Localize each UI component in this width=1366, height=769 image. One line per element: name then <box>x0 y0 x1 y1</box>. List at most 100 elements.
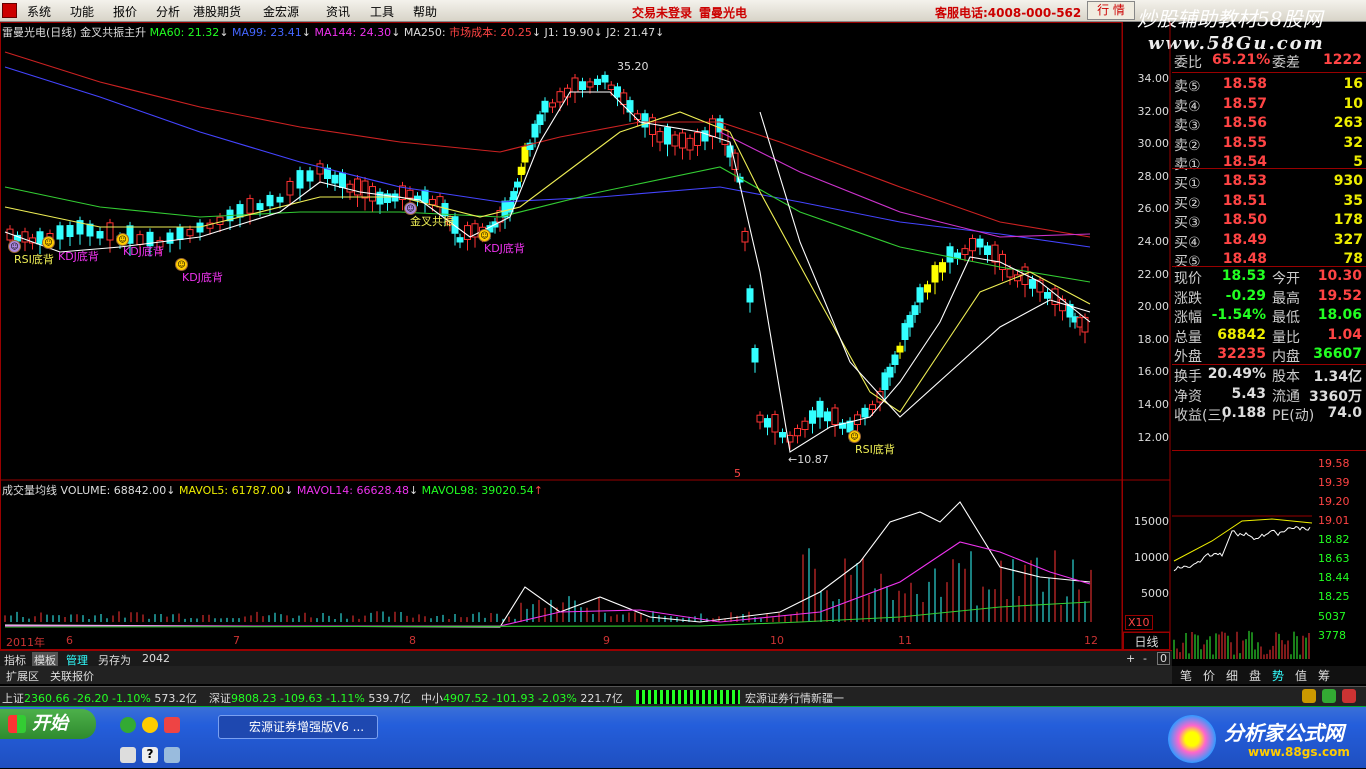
smile-icon[interactable]: ☺ <box>175 258 188 271</box>
ma-item: MA60: 21.32 <box>149 26 220 39</box>
start-button[interactable]: 开始 <box>0 709 96 739</box>
ask-row[interactable]: 卖③ 18.56 263 <box>1172 113 1366 134</box>
tab-extension[interactable]: 扩展区 <box>4 668 41 684</box>
menu-hk-futures[interactable]: 港股期货 <box>193 3 241 20</box>
stat-row: 现价 18.53 今开 10.30 <box>1174 268 1362 287</box>
volume-ma-item: VOLUME: 68842.00 <box>60 484 167 497</box>
candle-body <box>931 265 939 283</box>
candle-body <box>764 418 771 428</box>
volume-axis-label: 10000 <box>1134 551 1169 564</box>
smile-icon[interactable]: ☺ <box>8 240 21 253</box>
menu-jinhongyuan[interactable]: 金宏源 <box>263 3 299 20</box>
right-tab[interactable]: 价 <box>1203 667 1215 684</box>
candle-body <box>316 163 324 175</box>
stat-row: 总量 68842 量比 1.04 <box>1174 326 1362 346</box>
candle-body <box>514 181 521 188</box>
keyboard-icon[interactable] <box>120 747 136 763</box>
smile-icon[interactable]: ☺ <box>478 229 491 242</box>
zoom-in-button[interactable]: + <box>1124 652 1137 665</box>
tab-2042[interactable]: 2042 <box>140 652 172 665</box>
candle-body <box>556 91 564 103</box>
smile-icon[interactable]: ☺ <box>404 202 417 215</box>
candle-body <box>361 180 369 199</box>
volume-ma-line <box>5 541 1091 627</box>
network-tray-icon[interactable] <box>164 747 180 763</box>
kline-chart[interactable] <box>0 22 1172 650</box>
candle-body <box>1006 268 1014 278</box>
smile-icon[interactable]: ☺ <box>42 236 55 249</box>
trade-login-notice[interactable]: 交易未登录 <box>632 4 692 21</box>
ma-item: J2: 21.47 <box>606 26 656 39</box>
candle-body <box>510 191 518 201</box>
menu-info[interactable]: 资讯 <box>326 3 350 20</box>
smile-icon[interactable]: ☺ <box>116 233 129 246</box>
bid-row[interactable]: 买④ 18.49 327 <box>1172 230 1366 251</box>
commission-diff: 1222 <box>1323 52 1362 68</box>
right-tab[interactable]: 势 <box>1272 667 1284 684</box>
bid-row[interactable]: 买① 18.53 930 <box>1172 171 1366 192</box>
zoom-out-button[interactable]: - <box>1141 652 1149 665</box>
candle-body <box>679 132 686 149</box>
right-tab[interactable]: 笔 <box>1180 667 1192 684</box>
ma-line <box>4 111 1091 413</box>
period-selector[interactable]: 日线 <box>1123 632 1170 650</box>
news-ticker[interactable]: 宏源证券行情新疆一 <box>745 690 844 706</box>
rsi-divergence-label: RSI底背 <box>855 443 895 456</box>
menu-help[interactable]: 帮助 <box>413 3 437 20</box>
info-icon[interactable] <box>1342 689 1356 703</box>
candle-body <box>746 288 754 303</box>
menu-function[interactable]: 功能 <box>70 3 94 20</box>
menu-system[interactable]: 系统 <box>27 3 51 20</box>
price-axis-label: 18.00 <box>1137 332 1170 346</box>
candle-body <box>886 366 894 378</box>
tab-related-quote[interactable]: 关联报价 <box>48 668 96 684</box>
smile-icon[interactable]: ☺ <box>848 430 861 443</box>
bid-row[interactable]: 买③ 18.50 178 <box>1172 210 1366 231</box>
right-tab[interactable]: 盘 <box>1249 667 1261 684</box>
volume-ma-item: MAVOL98: 39020.54 <box>421 484 534 497</box>
date-label: 12 <box>1084 634 1098 647</box>
ask-row[interactable]: 卖④ 18.57 10 <box>1172 94 1366 115</box>
ask-row[interactable]: 卖① 18.54 5 <box>1172 152 1366 173</box>
right-tab[interactable]: 值 <box>1295 667 1307 684</box>
intraday-axis-label: 18.63 <box>1318 552 1350 565</box>
candle-body <box>531 123 539 138</box>
price-axis-label: 16.00 <box>1137 365 1170 379</box>
menu-tools[interactable]: 工具 <box>370 3 394 20</box>
intraday-axis-label: 5037 <box>1318 610 1346 623</box>
ask-row[interactable]: 卖② 18.55 32 <box>1172 133 1366 154</box>
fund-row: 收益(三) 0.188 PE(动) 74.0 <box>1174 405 1362 424</box>
stock-name-notice: 雷曼光电 <box>699 6 748 20</box>
extension-row: 扩展区 关联报价 <box>0 666 1172 684</box>
ma-item: MA250: <box>403 26 446 39</box>
taskbar-app-button[interactable]: 宏源证券增强版V6 ... <box>218 715 378 739</box>
bid-row[interactable]: 买② 18.51 35 <box>1172 191 1366 212</box>
close-panel-button[interactable]: 0 <box>1157 652 1170 665</box>
candle-body <box>976 238 984 248</box>
windows-logo-icon <box>8 715 26 733</box>
candle-body <box>916 287 924 303</box>
price-axis-label: 26.00 <box>1137 202 1170 216</box>
menu-quote[interactable]: 报价 <box>113 3 137 20</box>
help-icon[interactable]: ? <box>142 747 158 763</box>
candle-body <box>429 198 436 206</box>
sme-index[interactable]: 中小4907.52 -101.93 -2.03% 221.7亿 <box>421 690 623 706</box>
network-icon[interactable] <box>1302 689 1316 703</box>
intraday-axis-label: 18.44 <box>1318 571 1350 584</box>
app-icon[interactable] <box>164 717 180 733</box>
alert-icon[interactable] <box>1322 689 1336 703</box>
qq-icon[interactable] <box>142 717 158 733</box>
chart-frame <box>0 22 1123 650</box>
right-tab[interactable]: 细 <box>1226 667 1238 684</box>
sh-index[interactable]: 上证2360.66 -26.20 -1.10% 573.2亿 <box>2 690 197 706</box>
candle-body <box>541 100 549 113</box>
ma-item: MA99: 23.41 <box>232 26 302 39</box>
date-label: 11 <box>898 634 912 647</box>
menu-analysis[interactable]: 分析 <box>156 3 180 20</box>
commission-ratio-row: 委比 65.21% 委差 1222 <box>1174 52 1362 71</box>
ie-icon[interactable] <box>120 717 136 733</box>
quote-button[interactable]: 行 情 <box>1087 1 1135 20</box>
sz-index[interactable]: 深证9808.23 -109.63 -1.11% 539.7亿 <box>209 690 411 706</box>
right-tab[interactable]: 筹 <box>1318 667 1330 684</box>
ask-row[interactable]: 卖⑤ 18.58 16 <box>1172 74 1366 95</box>
